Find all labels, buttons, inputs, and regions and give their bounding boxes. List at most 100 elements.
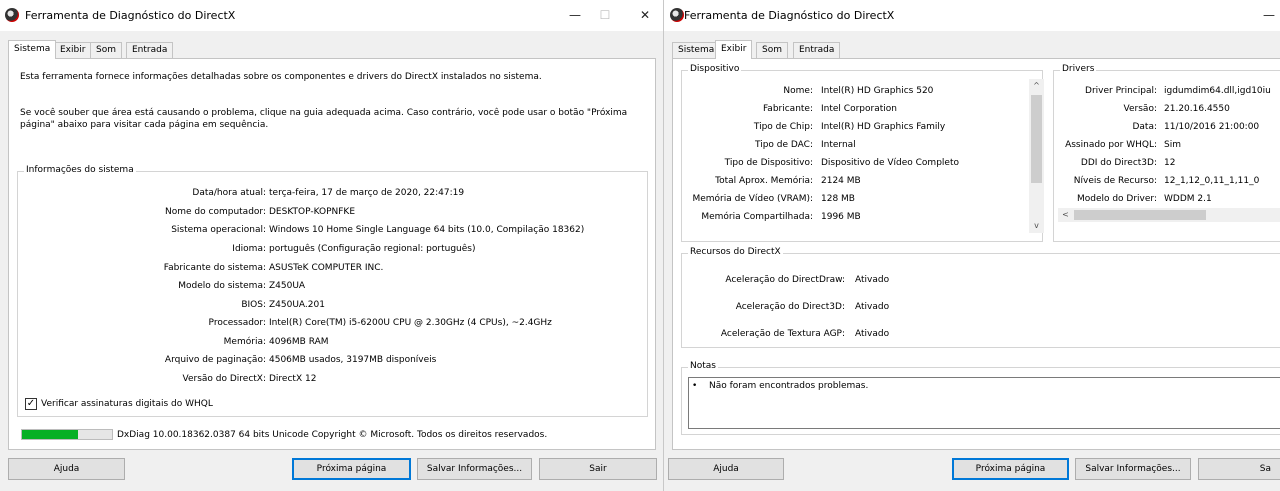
- tab-entrada[interactable]: Entrada: [126, 42, 174, 58]
- minimize-button[interactable]: —: [1254, 4, 1280, 26]
- scrollbar-thumb[interactable]: [1031, 95, 1042, 183]
- title-bar[interactable]: Ferramenta de Diagnóstico do DirectX — ☐…: [0, 0, 663, 31]
- shared-memory-label: Memória Compartilhada:: [701, 212, 813, 222]
- intro-text: Esta ferramenta fornece informações deta…: [20, 72, 542, 82]
- directx-version-value: DirectX 12: [269, 374, 317, 384]
- help-button[interactable]: Ajuda: [668, 458, 784, 480]
- main-driver-value: igdumdim64.dll,igd10iu: [1164, 86, 1271, 96]
- manufacturer-value: ASUSTeK COMPUTER INC.: [269, 263, 384, 273]
- notes-textbox[interactable]: • Não foram encontrados problemas.: [688, 377, 1280, 429]
- directx-features-legend: Recursos do DirectX: [688, 247, 783, 257]
- driver-version-value: 21.20.16.4550: [1164, 104, 1230, 114]
- directdraw-accel-label: Aceleração do DirectDraw:: [725, 275, 845, 285]
- help-text-line-1: Se você souber que área está causando o …: [20, 108, 628, 118]
- device-name-value: Intel(R) HD Graphics 520: [821, 86, 934, 96]
- tab-sistema[interactable]: Sistema: [672, 42, 721, 58]
- tab-exibir[interactable]: Exibir: [715, 40, 753, 59]
- direct3d-accel-value: Ativado: [855, 302, 890, 312]
- exit-button[interactable]: Sair: [539, 458, 657, 480]
- main-driver-label: Driver Principal:: [1085, 86, 1157, 96]
- paging-file-value: 4506MB usados, 3197MB disponíveis: [269, 355, 437, 365]
- device-type-label: Tipo de Dispositivo:: [724, 158, 813, 168]
- feature-levels-value: 12_1,12_0,11_1,11_0: [1164, 176, 1260, 186]
- tab-som[interactable]: Som: [756, 42, 788, 58]
- tab-sistema[interactable]: Sistema: [8, 40, 57, 59]
- dxdiag-window-display: Ferramenta de Diagnóstico do DirectX — S…: [664, 0, 1280, 491]
- processor-value: Intel(R) Core(TM) i5-6200U CPU @ 2.30GHz…: [269, 318, 552, 328]
- chip-type-label: Tipo de Chip:: [753, 122, 813, 132]
- driver-model-value: WDDM 2.1: [1164, 194, 1212, 204]
- feature-levels-label: Níveis de Recurso:: [1073, 176, 1157, 186]
- scroll-left-arrow-icon[interactable]: <: [1058, 208, 1073, 222]
- device-type-value: Dispositivo de Vídeo Completo: [821, 158, 959, 168]
- dac-type-label: Tipo de DAC:: [755, 140, 813, 150]
- system-info-group: Informações do sistema Data/hora atual: …: [17, 165, 648, 417]
- device-legend: Dispositivo: [688, 64, 742, 74]
- window-title: Ferramenta de Diagnóstico do DirectX: [684, 9, 895, 22]
- direct3d-accel-label: Aceleração do Direct3D:: [735, 302, 845, 312]
- help-button[interactable]: Ajuda: [8, 458, 125, 480]
- window-title: Ferramenta de Diagnóstico do DirectX: [25, 9, 236, 22]
- manufacturer-label: Fabricante do sistema:: [163, 263, 266, 273]
- scroll-down-arrow-icon[interactable]: v: [1029, 219, 1044, 233]
- directx-app-icon: [670, 8, 684, 22]
- drivers-group: Drivers Driver Principal: igdumdim64.dll…: [1053, 64, 1280, 242]
- minimize-button[interactable]: —: [560, 4, 590, 26]
- notes-bullet-icon: •: [692, 381, 698, 391]
- next-page-button[interactable]: Próxima página: [292, 458, 411, 480]
- d3d-ddi-value: 12: [1164, 158, 1176, 168]
- driver-model-label: Modelo do Driver:: [1076, 194, 1157, 204]
- vram-label: Memória de Vídeo (VRAM):: [692, 194, 813, 204]
- display-page: Dispositivo Nome: Intel(R) HD Graphics 5…: [672, 58, 1280, 450]
- driver-date-value: 11/10/2016 21:00:00: [1164, 122, 1260, 132]
- dxdiag-window-system: Ferramenta de Diagnóstico do DirectX — ☐…: [0, 0, 664, 491]
- maximize-button[interactable]: ☐: [590, 4, 620, 26]
- whql-signed-label: Assinado por WHQL:: [1065, 140, 1157, 150]
- processor-label: Processador:: [208, 318, 266, 328]
- save-info-button[interactable]: Salvar Informações...: [1075, 458, 1191, 480]
- d3d-ddi-label: DDI do Direct3D:: [1080, 158, 1157, 168]
- driver-version-label: Versão:: [1123, 104, 1157, 114]
- memory-label: Memória:: [223, 337, 266, 347]
- device-manufacturer-value: Intel Corporation: [821, 104, 897, 114]
- language-label: Idioma:: [232, 244, 266, 254]
- title-bar[interactable]: Ferramenta de Diagnóstico do DirectX —: [664, 0, 1280, 31]
- drivers-scrollbar[interactable]: <: [1058, 208, 1280, 222]
- computer-name-label: Nome do computador:: [165, 207, 266, 217]
- chip-type-value: Intel(R) HD Graphics Family: [821, 122, 946, 132]
- directx-app-icon: [5, 8, 19, 22]
- save-info-button[interactable]: Salvar Informações...: [417, 458, 532, 480]
- drivers-legend: Drivers: [1060, 64, 1097, 74]
- directdraw-accel-value: Ativado: [855, 275, 890, 285]
- agp-texture-accel-value: Ativado: [855, 329, 890, 339]
- os-value: Windows 10 Home Single Language 64 bits …: [269, 225, 585, 235]
- whql-checkbox-label: Verificar assinaturas digitais do WHQL: [41, 399, 213, 409]
- paging-file-label: Arquivo de paginação:: [164, 355, 266, 365]
- system-info-legend: Informações do sistema: [24, 165, 136, 175]
- total-memory-value: 2124 MB: [821, 176, 861, 186]
- bios-value: Z450UA.201: [269, 300, 325, 310]
- device-manufacturer-label: Fabricante:: [762, 104, 813, 114]
- agp-texture-accel-label: Aceleração de Textura AGP:: [720, 329, 845, 339]
- bios-label: BIOS:: [241, 300, 266, 310]
- date-time-label: Data/hora atual:: [192, 188, 266, 198]
- status-text: DxDiag 10.00.18362.0387 64 bits Unicode …: [117, 430, 548, 440]
- whql-signed-value: Sim: [1164, 140, 1181, 150]
- device-name-label: Nome:: [783, 86, 813, 96]
- tab-som[interactable]: Som: [90, 42, 122, 58]
- tab-exibir[interactable]: Exibir: [54, 42, 92, 58]
- tab-entrada[interactable]: Entrada: [793, 42, 841, 58]
- scroll-up-arrow-icon[interactable]: ^: [1029, 79, 1044, 93]
- directx-features-group: Recursos do DirectX Aceleração do Direct…: [681, 247, 1280, 348]
- next-page-button[interactable]: Próxima página: [952, 458, 1069, 480]
- driver-date-label: Data:: [1132, 122, 1157, 132]
- device-scrollbar[interactable]: ^ v: [1029, 79, 1044, 233]
- notes-legend: Notas: [688, 361, 718, 371]
- scrollbar-thumb[interactable]: [1074, 210, 1206, 220]
- exit-button[interactable]: Sa: [1198, 458, 1280, 480]
- shared-memory-value: 1996 MB: [821, 212, 861, 222]
- whql-checkbox[interactable]: ✓: [25, 398, 37, 410]
- close-button[interactable]: ✕: [630, 4, 660, 26]
- directx-version-label: Versão do DirectX:: [182, 374, 267, 384]
- memory-value: 4096MB RAM: [269, 337, 329, 347]
